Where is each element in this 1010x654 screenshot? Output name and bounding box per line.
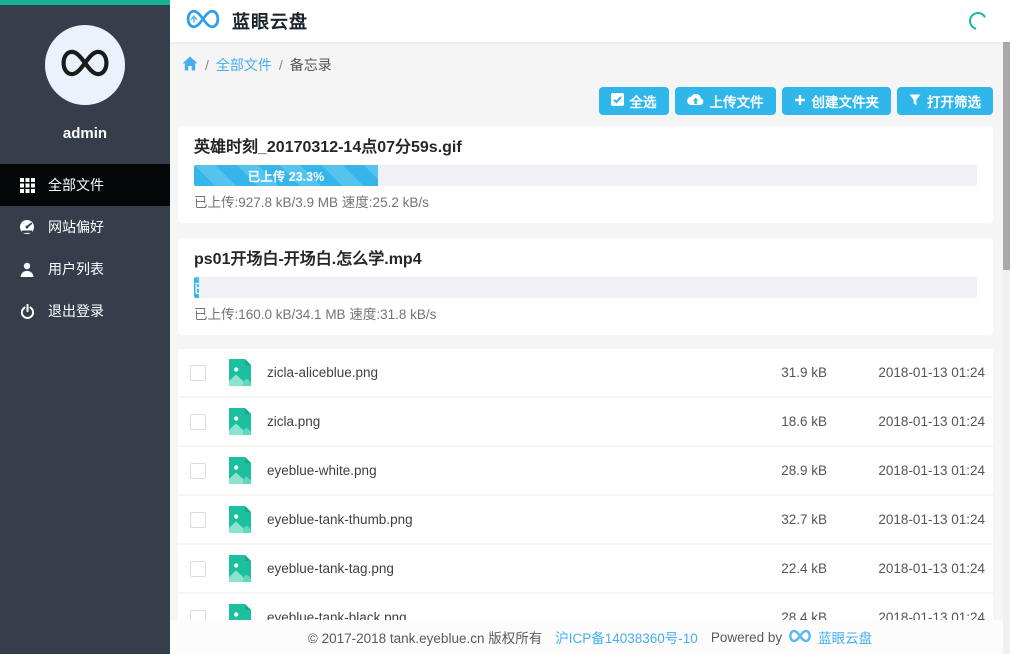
file-name[interactable]: zicla.png xyxy=(267,414,717,429)
file-size: 22.4 kB xyxy=(717,561,827,576)
breadcrumb-current: 备忘录 xyxy=(290,55,332,75)
image-file-icon xyxy=(229,408,251,435)
sidebar-item-label: 网站偏好 xyxy=(48,217,104,237)
main-area: 蓝眼云盘 / 全部文件 / 备忘录 xyxy=(170,0,1010,654)
sidebar-item-label: 退出登录 xyxy=(48,301,104,321)
sidebar-item-label: 全部文件 xyxy=(48,175,104,195)
progress-bar: 已上传 23.3% xyxy=(194,165,977,186)
breadcrumb-separator: / xyxy=(279,57,283,73)
file-size: 28.9 kB xyxy=(717,463,827,478)
brand-logo-icon xyxy=(183,6,223,37)
image-file-icon xyxy=(229,359,251,386)
plus-icon xyxy=(794,94,806,109)
file-size: 18.6 kB xyxy=(717,414,827,429)
file-row[interactable]: eyeblue-tank-tag.png 22.4 kB 2018-01-13 … xyxy=(178,545,993,592)
file-checkbox[interactable] xyxy=(190,512,206,528)
upload-status-text: 已上传:927.8 kB/3.9 MB 速度:25.2 kB/s xyxy=(194,194,977,211)
upload-filename: ps01开场白-开场白.怎么学.mp4 xyxy=(194,249,977,270)
file-row[interactable]: eyeblue-white.png 28.9 kB 2018-01-13 01:… xyxy=(178,447,993,494)
file-date: 2018-01-13 01:24 xyxy=(827,561,985,576)
file-date: 2018-01-13 01:24 xyxy=(827,463,985,478)
file-checkbox[interactable] xyxy=(190,365,206,381)
footer-brand-link[interactable]: 蓝眼云盘 xyxy=(818,627,872,647)
progress-bar: 已上传 0.5% xyxy=(194,277,977,298)
powered-by: Powered by 蓝眼云盘 xyxy=(711,627,872,647)
vertical-scrollbar[interactable] xyxy=(1003,42,1010,654)
image-file-icon xyxy=(229,457,251,484)
image-file-icon xyxy=(229,555,251,582)
filter-icon xyxy=(909,94,921,109)
button-label: 上传文件 xyxy=(710,91,764,111)
icp-link[interactable]: 沪ICP备14038360号-10 xyxy=(555,627,698,647)
home-icon[interactable] xyxy=(182,56,198,74)
upload-status-text: 已上传:160.0 kB/34.1 MB 速度:31.8 kB/s xyxy=(194,306,977,323)
file-size: 31.9 kB xyxy=(717,365,827,380)
content-area: / 全部文件 / 备忘录 全选 xyxy=(170,42,1010,654)
scrollbar-thumb[interactable] xyxy=(1003,42,1010,270)
sidebar-item-logout[interactable]: 退出登录 xyxy=(0,290,170,332)
upload-filename: 英雄时刻_20170312-14点07分59s.gif xyxy=(194,137,977,158)
file-checkbox[interactable] xyxy=(190,561,206,577)
select-all-button[interactable]: 全选 xyxy=(599,87,669,115)
top-header: 蓝眼云盘 xyxy=(170,0,1010,42)
file-row[interactable]: zicla.png 18.6 kB 2018-01-13 01:24 xyxy=(178,398,993,445)
file-name[interactable]: eyeblue-white.png xyxy=(267,463,717,478)
toolbar: 全选 上传文件 xyxy=(178,87,993,115)
sidebar-item-label: 用户列表 xyxy=(48,259,104,279)
brand-infinity-icon xyxy=(56,46,114,85)
sidebar-item-user-list[interactable]: 用户列表 xyxy=(0,248,170,290)
file-name[interactable]: eyeblue-tank-thumb.png xyxy=(267,512,717,527)
power-icon xyxy=(19,303,35,319)
file-size: 32.7 kB xyxy=(717,512,827,527)
file-date: 2018-01-13 01:24 xyxy=(827,414,985,429)
app-window: admin 全部文件 xyxy=(0,0,1010,654)
avatar[interactable] xyxy=(45,25,125,105)
loading-spinner-icon xyxy=(968,11,988,31)
file-list: zicla-aliceblue.png 31.9 kB 2018-01-13 0… xyxy=(178,349,993,641)
button-label: 创建文件夹 xyxy=(812,91,880,111)
button-label: 全选 xyxy=(630,91,657,111)
grid-icon xyxy=(19,177,35,193)
open-filter-button[interactable]: 打开筛选 xyxy=(897,87,993,115)
sidebar: admin 全部文件 xyxy=(0,0,170,654)
sidebar-menu: 全部文件 网站偏好 xyxy=(0,164,170,332)
powered-by-text: Powered by xyxy=(711,630,782,645)
breadcrumb: / 全部文件 / 备忘录 xyxy=(178,55,993,75)
upload-card: ps01开场白-开场白.怎么学.mp4 已上传 0.5% 已上传:160.0 k… xyxy=(178,238,993,335)
check-square-icon xyxy=(611,93,624,109)
file-row[interactable]: zicla-aliceblue.png 31.9 kB 2018-01-13 0… xyxy=(178,349,993,396)
file-date: 2018-01-13 01:24 xyxy=(827,512,985,527)
dashboard-icon xyxy=(19,219,35,235)
sidebar-item-site-preferences[interactable]: 网站偏好 xyxy=(0,206,170,248)
create-folder-button[interactable]: 创建文件夹 xyxy=(782,87,892,115)
file-checkbox[interactable] xyxy=(190,463,206,479)
footer-brand-infinity-icon xyxy=(787,628,813,647)
username: admin xyxy=(0,125,170,142)
sidebar-item-all-files[interactable]: 全部文件 xyxy=(0,164,170,206)
progress-label: 已上传 23.3% xyxy=(248,166,324,185)
sidebar-top-strip xyxy=(0,0,170,5)
breadcrumb-root-link[interactable]: 全部文件 xyxy=(216,55,272,75)
file-row[interactable]: eyeblue-tank-thumb.png 32.7 kB 2018-01-1… xyxy=(178,496,993,543)
footer: © 2017-2018 tank.eyeblue.cn 版权所有 沪ICP备14… xyxy=(170,620,1010,654)
cloud-upload-icon xyxy=(687,93,704,109)
user-icon xyxy=(19,261,35,277)
button-label: 打开筛选 xyxy=(927,91,981,111)
upload-list: 英雄时刻_20170312-14点07分59s.gif 已上传 23.3% 已上… xyxy=(178,126,993,335)
file-checkbox[interactable] xyxy=(190,414,206,430)
upload-file-button[interactable]: 上传文件 xyxy=(675,87,776,115)
file-name[interactable]: zicla-aliceblue.png xyxy=(267,365,717,380)
progress-bar-fill: 已上传 23.3% xyxy=(194,165,378,186)
upload-card: 英雄时刻_20170312-14点07分59s.gif 已上传 23.3% 已上… xyxy=(178,126,993,223)
breadcrumb-separator: / xyxy=(205,57,209,73)
file-date: 2018-01-13 01:24 xyxy=(827,365,985,380)
app-title: 蓝眼云盘 xyxy=(232,8,308,34)
image-file-icon xyxy=(229,506,251,533)
file-name[interactable]: eyeblue-tank-tag.png xyxy=(267,561,717,576)
progress-bar-fill: 已上传 0.5% xyxy=(194,277,199,298)
progress-label: 已上传 0.5% xyxy=(194,278,199,297)
copyright-text: © 2017-2018 tank.eyeblue.cn 版权所有 xyxy=(308,627,542,647)
